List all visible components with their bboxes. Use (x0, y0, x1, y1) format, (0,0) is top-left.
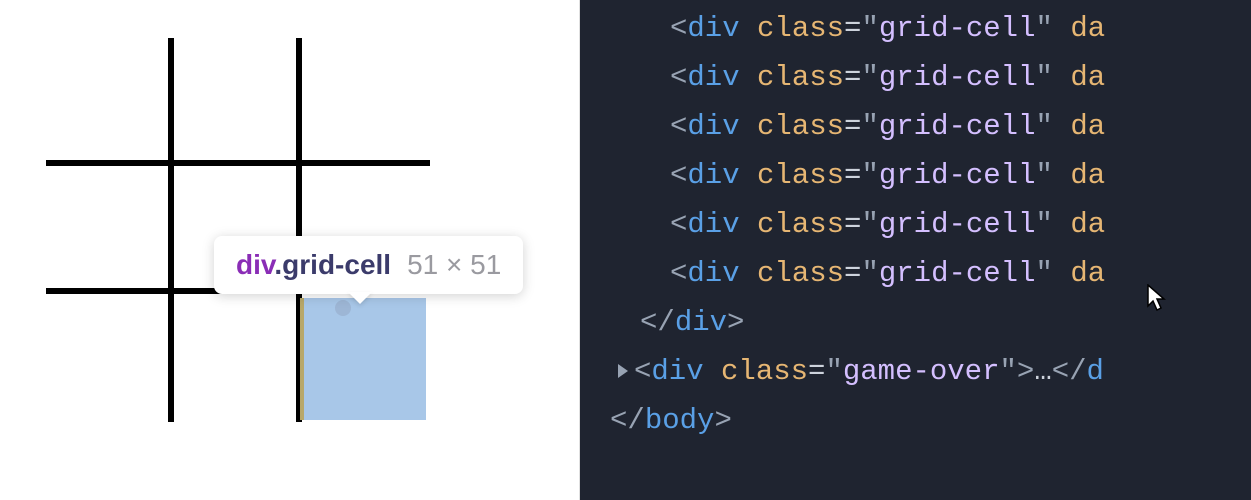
code-line[interactable]: </div> (580, 298, 1251, 347)
grid-cell[interactable] (302, 38, 430, 166)
tooltip-dimensions: 51 × 51 (407, 249, 501, 280)
devtools-elements-panel[interactable]: <div class="grid-cell" da <div class="gr… (580, 0, 1251, 500)
code-line[interactable]: <div class="grid-cell" da (580, 151, 1251, 200)
grid-cell[interactable] (46, 38, 174, 166)
tooltip-arrow-icon (348, 292, 372, 304)
code-line[interactable]: </body> (580, 396, 1251, 445)
tooltip-classname: .grid-cell (274, 249, 391, 280)
preview-pane: div.grid-cell 51 × 51 (0, 0, 580, 500)
expand-toggle-icon[interactable] (618, 364, 628, 378)
code-line[interactable]: <div class="grid-cell" da (580, 249, 1251, 298)
grid-cell[interactable] (46, 294, 174, 422)
grid-cell[interactable] (174, 294, 302, 422)
grid-cell[interactable] (174, 38, 302, 166)
tooltip-tagname: div (236, 249, 274, 280)
element-highlight-margin (300, 298, 304, 420)
code-line[interactable]: <div class="game-over">…</d (580, 347, 1251, 396)
grid-cell[interactable] (302, 294, 430, 422)
grid-cell[interactable] (46, 166, 174, 294)
code-line[interactable]: <div class="grid-cell" da (580, 4, 1251, 53)
inspector-tooltip: div.grid-cell 51 × 51 (214, 236, 523, 294)
game-board (46, 38, 430, 422)
code-line[interactable]: <div class="grid-cell" da (580, 53, 1251, 102)
code-line[interactable]: <div class="grid-cell" da (580, 200, 1251, 249)
code-line[interactable]: <div class="grid-cell" da (580, 102, 1251, 151)
